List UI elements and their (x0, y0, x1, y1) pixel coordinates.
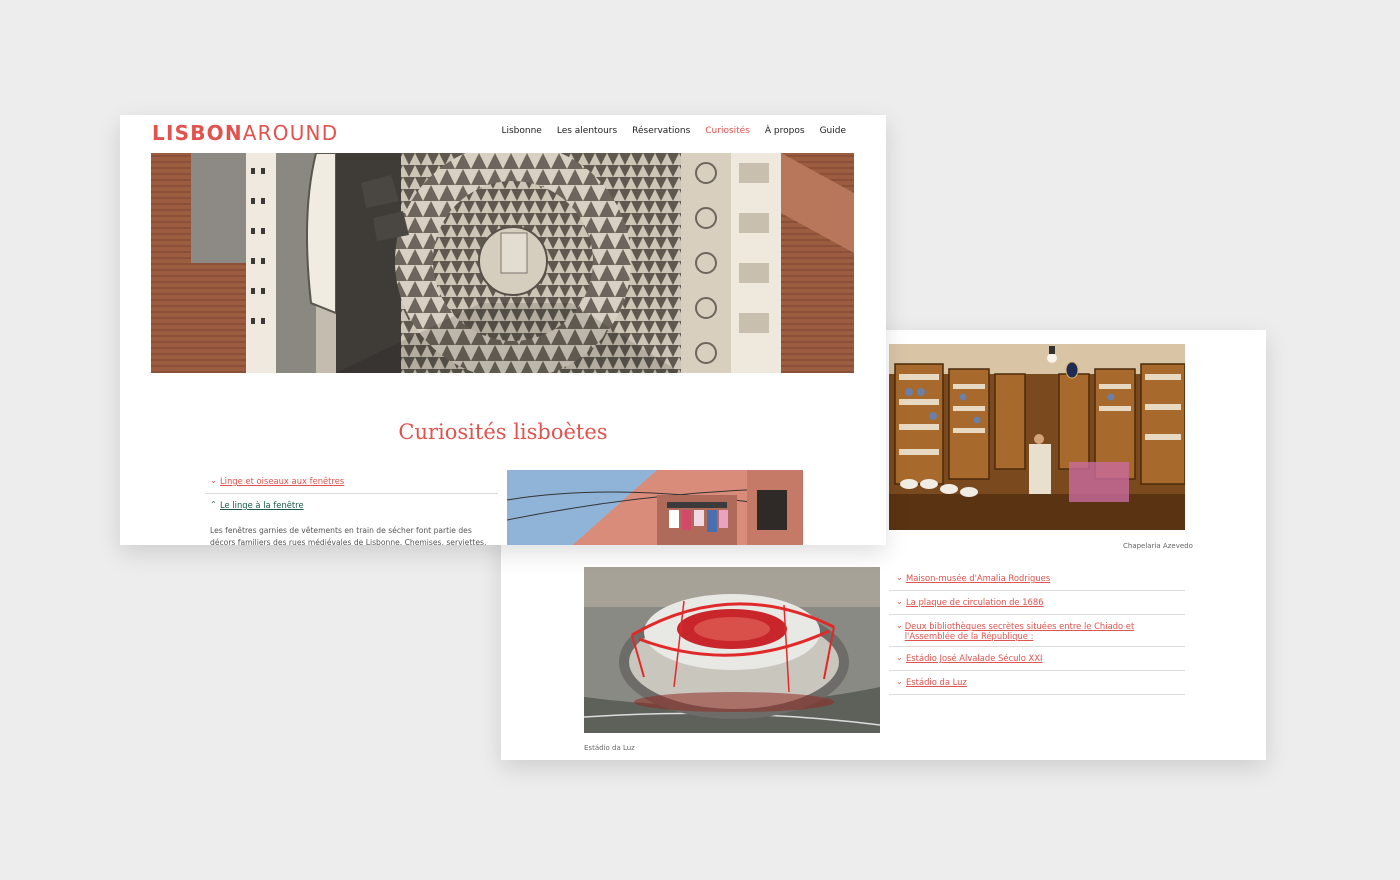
chevron-down-icon: ⌄ (896, 597, 903, 606)
divider (889, 694, 1185, 695)
divider (889, 646, 1185, 647)
divider (889, 590, 1185, 591)
site-logo[interactable]: LISBONAROUND (152, 121, 338, 145)
accordion-item-luz[interactable]: ⌄ Estádio da Luz (896, 677, 1186, 687)
accordion-item-linge-fenetre[interactable]: ⌃ Le linge à la fenêtre (210, 500, 495, 510)
photo-caption-hat-shop: Chapelaria Azevedo (1123, 542, 1193, 550)
nav-item-guide[interactable]: Guide (820, 126, 846, 136)
accordion-item-linge-oiseaux[interactable]: ⌄ Linge et oiseaux aux fenêtres (210, 476, 495, 486)
accordion-item-bibliotheques[interactable]: ⌄ Deux bibliothèques secrètes situées en… (896, 621, 1141, 641)
nav-item-curiosites[interactable]: Curiosités (705, 126, 750, 136)
accordion-item-alvalade[interactable]: ⌄ Estádio José Alvalade Século XXI (896, 653, 1186, 663)
chevron-down-icon: ⌄ (210, 476, 217, 485)
chevron-up-icon: ⌃ (210, 500, 217, 509)
nav-item-a-propos[interactable]: À propos (765, 126, 805, 136)
chevron-down-icon: ⌄ (896, 621, 903, 630)
accordion-item-label[interactable]: Maison-musée d'Amalia Rodrigues (906, 573, 1050, 583)
hat-shop-photo (889, 344, 1185, 530)
chevron-down-icon: ⌄ (896, 573, 903, 582)
logo-bold: LISBON (152, 121, 243, 145)
divider (889, 670, 1185, 671)
accordion-item-plaque[interactable]: ⌄ La plaque de circulation de 1686 (896, 597, 1186, 607)
accordion-item-label[interactable]: Estádio da Luz (906, 677, 967, 687)
accordion-item-label[interactable]: Estádio José Alvalade Século XXI (906, 653, 1042, 663)
accordion-item-label[interactable]: Linge et oiseaux aux fenêtres (220, 476, 344, 486)
accordion-body-text: Les fenêtres garnies de vêtements en tra… (210, 526, 487, 545)
divider (205, 493, 498, 494)
divider (889, 614, 1185, 615)
accordion-item-amalia[interactable]: ⌄ Maison-musée d'Amalia Rodrigues (896, 573, 1186, 583)
laundry-window-photo (507, 470, 803, 545)
main-nav: Lisbonne Les alentours Réservations Curi… (501, 126, 846, 136)
hero-aerial-photo (151, 153, 854, 373)
chevron-down-icon: ⌄ (896, 677, 903, 686)
accordion-item-label[interactable]: Deux bibliothèques secrètes situées entr… (905, 621, 1141, 641)
nav-item-lisbonne[interactable]: Lisbonne (501, 126, 541, 136)
nav-item-reservations[interactable]: Réservations (632, 126, 690, 136)
logo-light: AROUND (242, 121, 339, 145)
photo-caption-stadium: Estádio da Luz (584, 744, 635, 752)
stadium-photo (584, 567, 880, 733)
main-page-card: LISBONAROUND Lisbonne Les alentours Rése… (120, 115, 886, 545)
chevron-down-icon: ⌄ (896, 653, 903, 662)
page-title: Curiosités lisboètes (398, 420, 608, 444)
nav-item-alentours[interactable]: Les alentours (557, 126, 617, 136)
accordion-item-label[interactable]: Le linge à la fenêtre (220, 500, 304, 510)
accordion-item-label[interactable]: La plaque de circulation de 1686 (906, 597, 1044, 607)
